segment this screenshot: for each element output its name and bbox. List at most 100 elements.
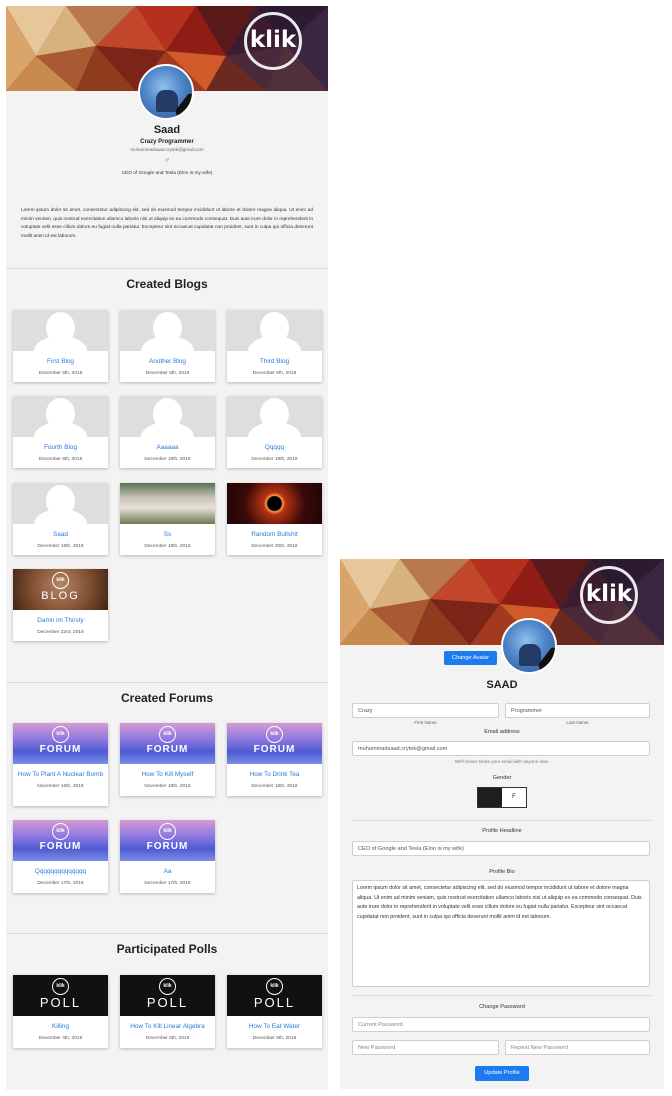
poll-date: December 4th, 2018 [38,1036,83,1041]
klik-logo: klik [266,726,283,743]
poll-title-link[interactable]: Killing [13,1022,108,1031]
thumb-word: FORUM [39,744,82,755]
change-password-label: Change Password [479,1004,525,1010]
last-name-input[interactable]: Programmer [505,703,650,718]
section-divider [6,268,328,269]
klik-logo: klik [159,823,176,840]
blog-title-link[interactable]: Ss [120,530,215,539]
update-profile-button[interactable]: Update Profile [475,1066,529,1081]
blog-card[interactable]: Saad December 19th, 2018 [13,483,108,555]
avatar[interactable] [501,618,557,674]
email-input[interactable]: muhammadsaad.crytek@gmail.com [352,741,650,756]
blog-card[interactable]: First Blog December 6th, 2018 [13,310,108,382]
poll-title-link[interactable]: How To Kill Linear Algebra [120,1022,215,1031]
blog-card[interactable]: Ss December 19th, 2018 [120,483,215,555]
forum-title-link[interactable]: Aa [120,867,215,876]
blog-title-link[interactable]: Another Blog [120,357,215,366]
forum-date: December 17th, 2018 [37,881,84,886]
gender-toggle[interactable]: M F [477,787,527,808]
current-password-input[interactable]: Current Password [352,1017,650,1032]
section-divider [6,933,328,934]
headline-input[interactable]: CEO of Google and Tesla (Elon is my wife… [352,841,650,856]
gender-option-f[interactable]: F [502,788,526,807]
forum-title-link[interactable]: Qqqqqqqqqqqqqq [13,867,108,876]
avatar [138,64,194,120]
last-name-label: Last Name [566,720,589,725]
thumb-word: POLL [146,995,189,1010]
bio-label: Profile Bio [489,869,515,875]
form-divider [352,995,652,996]
klik-logo: klik [244,12,302,70]
forum-date: November 18th, 2018 [144,784,191,789]
profile-bio: Lorem ipsum dolor sit amet, consectetur … [21,208,313,239]
poll-date: December 5th, 2018 [145,1036,190,1041]
blog-card[interactable]: Another Blog December 6th, 2018 [120,310,215,382]
forum-card[interactable]: klik FORUM How To Kill Myself November 18… [120,723,215,796]
poll-card[interactable]: klik POLL How To Kill Linear Algebra Dece… [120,975,215,1048]
profile-name: Saad [153,124,181,136]
forum-title-link[interactable]: How To Kill Myself [120,770,215,779]
poll-title-link[interactable]: How To Eat Water [227,1022,322,1031]
thumb-word: POLL [253,995,296,1010]
first-name-input[interactable]: Crazy [352,703,499,718]
forum-title-link[interactable]: How To Drink Tea [227,770,322,779]
forum-date: November 16th, 2018 [37,784,84,789]
forum-date: December 17th, 2018 [144,881,191,886]
poll-card[interactable]: klik POLL Killing December 4th, 2018 [13,975,108,1048]
male-gender-icon: ♂ [163,155,171,165]
email-help-text: We'll never share your email with anyone… [454,759,550,764]
blog-thumbnail-image: klik BLOG [13,569,108,610]
form-divider [352,820,652,821]
forum-date: December 16th, 2018 [251,784,298,789]
blog-date: December 19th, 2018 [37,544,84,549]
blog-card[interactable]: klik BLOG Damn im Thirsty December 23rd,… [13,569,108,641]
bio-textarea[interactable]: Lorem ipsum dolor sit amet, consectetur … [352,880,650,987]
blog-date: December 20th, 2018 [251,544,298,549]
first-name-label: First Name [414,720,437,725]
gender-label: Gender [492,775,512,781]
blog-title-link[interactable]: Third Blog [227,357,322,366]
blog-card[interactable]: Fourth Blog December 8th, 2018 [13,396,108,468]
blog-date: December 6th, 2018 [252,371,297,376]
forum-card[interactable]: klik FORUM Aa December 17th, 2018 [120,820,215,893]
blog-title-link[interactable]: Saad [13,530,108,539]
blog-date: December 6th, 2018 [145,371,190,376]
profile-email: muhammadsaad.crytek@gmail.com [130,147,204,152]
blog-card[interactable]: Third Blog December 6th, 2018 [227,310,322,382]
blog-date: December 19th, 2018 [251,457,298,462]
blog-thumbnail-image [120,483,215,524]
klik-logo: klik [52,978,69,995]
blog-title-link[interactable]: Random Bullshit [227,530,322,539]
blog-thumbnail-image [227,483,322,524]
thumb-word: FORUM [253,744,296,755]
blog-title-link[interactable]: Aaaaaa [120,443,215,452]
profile-banner: klik [340,559,664,645]
thumb-word: FORUM [146,841,189,852]
thumb-word: POLL [39,995,82,1010]
blog-title-link[interactable]: Damn im Thirsty [13,616,108,625]
klik-logo: klik [52,823,69,840]
forum-title-link[interactable]: How To Plant A Nuclear Bomb [13,770,108,779]
forum-card[interactable]: klik FORUM How To Plant A Nuclear Bomb No… [13,723,108,806]
repeat-password-input[interactable]: Repeat New Password [505,1040,650,1055]
blog-card[interactable]: Qqqqq December 19th, 2018 [227,396,322,468]
change-avatar-button[interactable]: Change Avatar [444,651,497,665]
blog-title-link[interactable]: First Blog [13,357,108,366]
blog-title-link[interactable]: Fourth Blog [13,443,108,452]
poll-card[interactable]: klik POLL How To Eat Water December 5th, … [227,975,322,1048]
thumb-word: FORUM [146,744,189,755]
forum-card[interactable]: klik FORUM Qqqqqqqqqqqqqq December 17th, … [13,820,108,893]
new-password-input[interactable]: New Password [352,1040,499,1055]
profile-headline: CEO of Google and Tesla (Elon is my wife… [121,171,213,176]
klik-logo: klik [52,572,69,589]
blog-date: December 19th, 2018 [144,457,191,462]
blog-title-link[interactable]: Qqqqq [227,443,322,452]
blog-card[interactable]: Aaaaaa December 19th, 2018 [120,396,215,468]
headline-label: Profile Headline [482,828,522,834]
gender-option-m[interactable]: M [478,788,502,807]
klik-logo: klik [580,566,638,624]
thumb-word: BLOG [41,590,80,602]
klik-logo: klik [159,978,176,995]
forum-card[interactable]: klik FORUM How To Drink Tea December 16th… [227,723,322,796]
blog-card[interactable]: Random Bullshit December 20th, 2018 [227,483,322,555]
